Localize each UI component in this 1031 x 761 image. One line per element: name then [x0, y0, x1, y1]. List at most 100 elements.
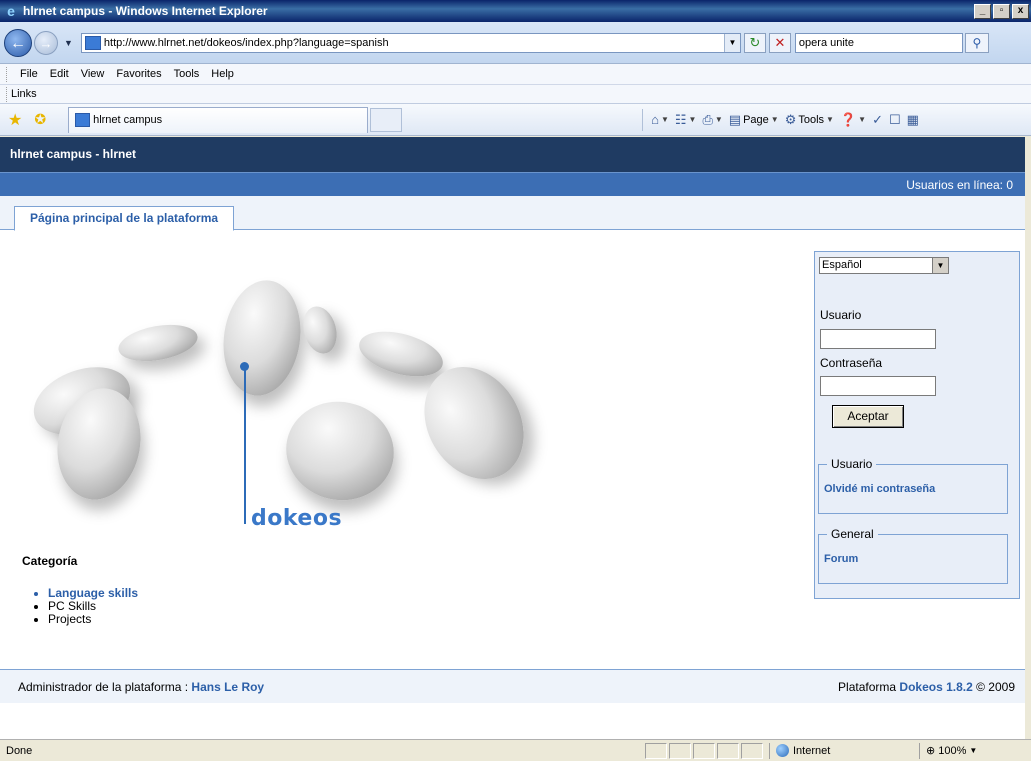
- feeds-button[interactable]: ☷ ▼: [675, 112, 697, 128]
- url-input[interactable]: http://www.hlrnet.net/dokeos/index.php?l…: [80, 32, 741, 53]
- stop-icon[interactable]: ✕: [768, 32, 791, 53]
- zoom-value: 100%: [938, 744, 967, 757]
- dokeos-version-link[interactable]: Dokeos 1.8.2: [899, 680, 972, 694]
- chevron-down-icon: ▼: [858, 115, 867, 124]
- admin-name-link[interactable]: Hans Le Roy: [191, 680, 264, 694]
- chevron-down-icon: ▼: [660, 115, 669, 124]
- page-menu-button[interactable]: ▤ Page ▼: [729, 112, 779, 128]
- browser-tab[interactable]: hlrnet campus: [68, 106, 369, 133]
- internet-explorer-icon: e: [7, 3, 15, 19]
- footer-admin: Administrador de la plataforma : Hans Le…: [18, 670, 264, 704]
- minimize-button[interactable]: _: [974, 3, 991, 19]
- login-panel: Español ▼ Usuario Contraseña Aceptar Usu…: [814, 251, 1020, 599]
- language-select[interactable]: Español ▼: [819, 257, 949, 274]
- status-cell: [693, 742, 715, 759]
- general-section: General Forum: [818, 527, 1008, 584]
- new-tab-button[interactable]: [370, 107, 403, 132]
- password-input[interactable]: [820, 376, 936, 396]
- toolbar-grip[interactable]: [6, 86, 9, 102]
- chevron-down-icon: ▼: [714, 115, 723, 124]
- zoom-icon: ⊕: [926, 745, 936, 757]
- status-cell: [741, 742, 763, 759]
- window-title: hlrnet campus - Windows Internet Explore…: [23, 4, 268, 18]
- forgot-password-link[interactable]: Olvidé mi contraseña: [824, 483, 935, 495]
- vertical-scrollbar[interactable]: [1025, 137, 1031, 739]
- security-zone-label: Internet: [793, 744, 831, 757]
- chevron-down-icon: ▼: [688, 115, 697, 124]
- chevron-down-icon: ▼: [770, 115, 779, 124]
- page-icon: ▤: [728, 111, 742, 127]
- home-button[interactable]: ⌂ ▼: [651, 112, 669, 127]
- menu-view[interactable]: View: [75, 68, 111, 80]
- status-bar: Done Internet ⊕ 100% ▼: [0, 739, 1031, 761]
- pebble-shape: [115, 319, 201, 367]
- forward-arrow-icon[interactable]: →: [34, 30, 58, 55]
- window-title-bar[interactable]: e hlrnet campus - Windows Internet Explo…: [0, 0, 1031, 22]
- research-button[interactable]: ☐: [889, 112, 901, 128]
- search-input[interactable]: opera unite: [794, 32, 963, 53]
- add-favorites-icon[interactable]: ✪: [34, 111, 46, 128]
- status-cell: [717, 742, 739, 759]
- toolbar-grip[interactable]: [6, 66, 9, 82]
- menu-tools[interactable]: Tools: [168, 68, 206, 80]
- home-icon: ⌂: [651, 112, 659, 127]
- online-users: Usuarios en línea: 0: [0, 172, 1025, 196]
- chevron-down-icon[interactable]: ▼: [932, 258, 948, 273]
- rss-icon: ☷: [674, 111, 687, 127]
- tools-menu-label: Tools: [798, 113, 825, 126]
- maximize-button[interactable]: ▫: [993, 3, 1010, 19]
- close-button[interactable]: x: [1012, 3, 1029, 19]
- menu-favorites[interactable]: Favorites: [110, 68, 167, 80]
- login-submit-button[interactable]: Aceptar: [832, 405, 904, 428]
- url-text[interactable]: http://www.hlrnet.net/dokeos/index.php?l…: [104, 37, 724, 49]
- favorites-star-icon[interactable]: ★: [8, 110, 22, 130]
- user-section-title: Usuario: [827, 457, 877, 471]
- category-item-projects: Projects: [48, 613, 138, 626]
- menu-bar: File Edit View Favorites Tools Help: [0, 64, 1031, 85]
- help-button[interactable]: ❓ ▼: [840, 112, 866, 128]
- general-section-title: General: [827, 527, 878, 541]
- username-input[interactable]: [820, 329, 936, 349]
- menu-help[interactable]: Help: [205, 68, 240, 80]
- spellcheck-button[interactable]: ✓: [872, 112, 883, 128]
- messenger-button[interactable]: ▦: [907, 112, 919, 128]
- links-label[interactable]: Links: [11, 88, 37, 100]
- toolbar-separator: [642, 108, 644, 131]
- print-button[interactable]: ⎙ ▼: [702, 112, 722, 128]
- zoom-level[interactable]: ⊕ 100% ▼: [919, 742, 978, 759]
- footer-platform-prefix: Plataforma: [838, 680, 900, 694]
- links-bar: Links: [0, 85, 1031, 104]
- page-menu-label: Page: [743, 113, 769, 126]
- search-icon[interactable]: ⚲: [964, 32, 989, 53]
- security-zone[interactable]: Internet: [769, 742, 919, 759]
- globe-icon: [776, 744, 789, 757]
- dokeos-hero-image: dokeos: [18, 270, 544, 542]
- back-arrow-icon[interactable]: ←: [4, 28, 32, 57]
- status-text: Done: [6, 744, 33, 757]
- site-title: hlrnet campus - hlrnet: [0, 137, 1025, 172]
- refresh-icon[interactable]: ↻: [743, 32, 766, 53]
- help-icon: ❓: [839, 111, 857, 127]
- research-icon: ☐: [888, 111, 901, 127]
- menu-edit[interactable]: Edit: [44, 68, 75, 80]
- messenger-icon: ▦: [906, 111, 919, 127]
- recent-pages-dropdown-icon[interactable]: ▼: [64, 38, 73, 48]
- footer-admin-prefix: Administrador de la plataforma :: [18, 680, 192, 694]
- command-bar: ★ ✪ hlrnet campus ⌂ ▼ ☷ ▼ ⎙ ▼ ▤ Page ▼ ⚙ Tools…: [0, 104, 1031, 136]
- footer-copyright: © 2009: [972, 680, 1015, 694]
- print-icon: ⎙: [702, 111, 713, 127]
- site-footer: Administrador de la plataforma : Hans Le…: [0, 669, 1025, 703]
- tab-platform-home[interactable]: Página principal de la plataforma: [14, 206, 235, 231]
- tools-menu-button[interactable]: ⚙ Tools ▼: [785, 112, 834, 128]
- forum-link[interactable]: Forum: [824, 553, 858, 565]
- url-dropdown-icon[interactable]: ▼: [723, 33, 740, 52]
- status-cell: [645, 742, 667, 759]
- password-label: Contraseña: [820, 356, 883, 370]
- browser-tab-title: hlrnet campus: [93, 114, 163, 126]
- page-favicon-icon: [84, 35, 101, 50]
- tab-favicon-icon: [75, 113, 91, 127]
- menu-file[interactable]: File: [14, 68, 44, 80]
- category-title: Categoría: [22, 554, 78, 568]
- chevron-down-icon: ▼: [969, 746, 978, 755]
- user-section: Usuario Olvidé mi contraseña: [818, 457, 1008, 514]
